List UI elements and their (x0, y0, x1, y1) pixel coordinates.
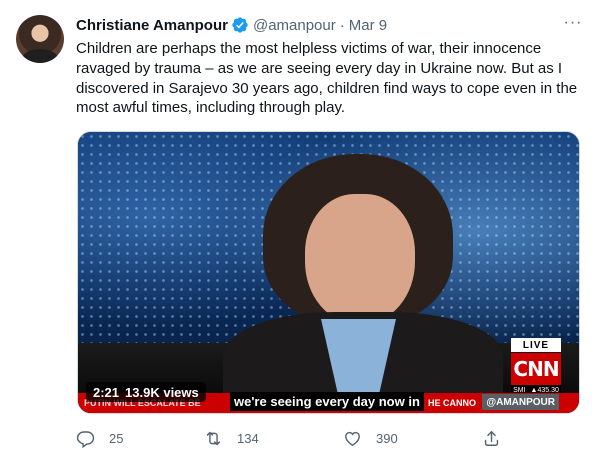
share-icon (484, 430, 499, 446)
network-logo: CNN (511, 353, 561, 385)
video-views: 13.9K views (125, 384, 199, 400)
tweet-date[interactable]: Mar 9 (349, 17, 387, 34)
retweet-icon (206, 431, 221, 445)
ticker-handle: @AMANPOUR (482, 394, 559, 410)
reply-count: 25 (109, 430, 124, 446)
live-badge: LIVE (511, 338, 561, 352)
presenter (223, 154, 503, 413)
tweet[interactable]: Christiane Amanpour @amanpour · Mar 9 ··… (0, 0, 598, 452)
like-icon (345, 431, 360, 446)
reply-icon (76, 430, 95, 448)
tweet-text: Children are perhaps the most helpless v… (76, 40, 578, 117)
tweet-header: Christiane Amanpour @amanpour · Mar 9 (76, 14, 387, 36)
verified-badge-icon (232, 17, 248, 33)
reply-button[interactable]: 25 (76, 427, 123, 449)
presenter-face (305, 194, 415, 324)
retweet-count: 134 (237, 430, 259, 446)
video-stats-badge: 2:21 13.9K views (86, 382, 206, 402)
author-name[interactable]: Christiane Amanpour (76, 17, 228, 34)
like-button[interactable]: 390 (343, 427, 398, 449)
video-player[interactable]: LIVE CNN SMI ▲435.30 PUTIN WILL ESCALATE… (77, 131, 580, 414)
video-duration: 2:21 (93, 384, 120, 400)
ticker-right-text: HE CANNO (428, 398, 477, 408)
video-caption: we're seeing every day now in (230, 392, 424, 411)
avatar[interactable] (16, 15, 64, 63)
tweet-actions: 25 134 390 (76, 427, 506, 449)
author-handle[interactable]: @amanpour (253, 17, 336, 34)
more-options-icon[interactable]: ··· (562, 12, 584, 34)
retweet-button[interactable]: 134 (204, 427, 259, 449)
like-count: 390 (376, 430, 398, 446)
header-separator: · (339, 16, 345, 34)
avatar-shoulders (22, 49, 58, 63)
share-button[interactable] (482, 427, 501, 449)
